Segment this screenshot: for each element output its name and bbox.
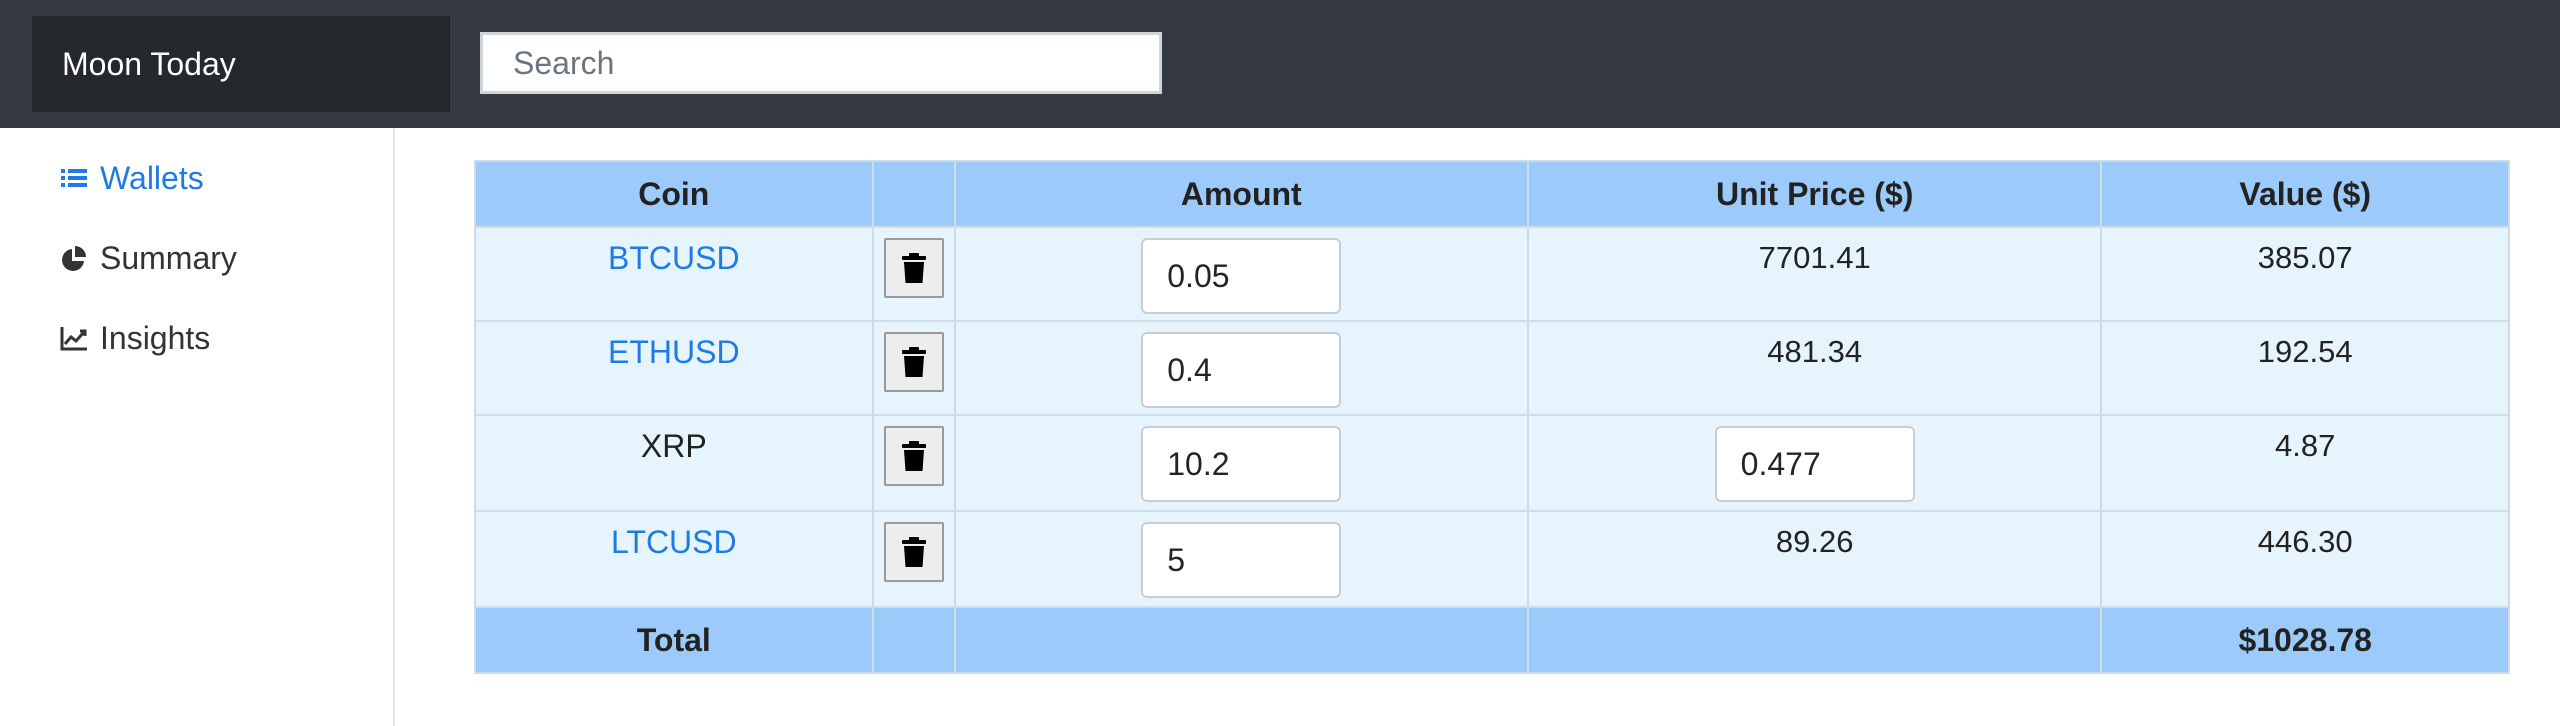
table-row: XRP 10.2 0.477 4.87 xyxy=(474,414,2510,512)
amount-input[interactable] xyxy=(1141,522,1342,598)
delete-button[interactable] xyxy=(883,238,944,298)
total-row: Total $1028.78 xyxy=(474,606,2510,674)
table-row: LTCUSD 89.26 xyxy=(474,510,2510,608)
actions-cell xyxy=(871,320,956,416)
row-value: 446.30 xyxy=(2257,524,2353,559)
brand-title[interactable]: Moon Today xyxy=(32,16,450,112)
coin-link[interactable]: ETHUSD xyxy=(608,334,740,370)
header-amount: Amount xyxy=(953,160,1529,228)
top-navbar: Moon Today xyxy=(0,0,2560,128)
actions-cell xyxy=(871,414,956,512)
header-coin: Coin xyxy=(474,160,874,228)
sidebar-item-insights[interactable]: Insights xyxy=(60,313,210,363)
trash-icon xyxy=(901,253,926,283)
sidebar-item-label: Summary xyxy=(100,239,237,276)
search-input[interactable] xyxy=(480,32,1162,94)
total-value: $1028.78 xyxy=(2100,606,2510,674)
header-actions xyxy=(871,160,956,228)
row-value: 192.54 xyxy=(2257,334,2353,369)
table-row: BTCUSD 7701.41 xyxy=(474,226,2510,322)
sidebar-item-wallets[interactable]: Wallets xyxy=(60,153,204,203)
header-value: Value ($) xyxy=(2100,160,2510,228)
coin-cell: LTCUSD xyxy=(474,510,874,608)
total-empty-cell xyxy=(1526,606,2103,674)
coin-cell: ETHUSD xyxy=(474,320,874,416)
unit-price-cell xyxy=(1526,414,2103,512)
amount-cell xyxy=(953,226,1529,322)
row-value: 4.87 xyxy=(2275,428,2336,463)
sidebar: Wallets Summary Insights xyxy=(0,128,395,726)
amount-cell xyxy=(953,320,1529,416)
line-chart-icon xyxy=(60,327,87,351)
table-header-row: Coin Amount Unit Price ($) Value ($) xyxy=(474,160,2510,228)
unit-price-value: 89.26 xyxy=(1775,524,1854,559)
sidebar-item-label: Wallets xyxy=(100,159,204,196)
coin-link[interactable]: BTCUSD xyxy=(608,240,740,276)
amount-input[interactable] xyxy=(1141,238,1342,314)
trash-icon xyxy=(901,347,926,377)
actions-cell xyxy=(871,226,956,322)
value-cell: 385.07 xyxy=(2100,226,2510,322)
delete-button[interactable] xyxy=(883,332,944,392)
pie-chart-icon xyxy=(62,246,86,271)
unit-price-cell: 89.26 xyxy=(1526,510,2103,608)
total-empty-cell xyxy=(871,606,956,674)
header-unit-price: Unit Price ($) xyxy=(1526,160,2103,228)
value-cell: 446.30 xyxy=(2100,510,2510,608)
unit-price-cell: 7701.41 xyxy=(1526,226,2103,322)
table-row: ETHUSD 481.34 xyxy=(474,320,2510,416)
value-cell: 4.87 xyxy=(2100,414,2510,512)
unit-price-value: 7701.41 xyxy=(1758,240,1871,275)
row-value: 385.07 xyxy=(2257,240,2353,275)
total-label: Total xyxy=(474,606,874,674)
coin-cell: BTCUSD xyxy=(474,226,874,322)
amount-input[interactable] xyxy=(1141,332,1342,408)
coin-link[interactable]: LTCUSD xyxy=(611,524,737,560)
total-empty-cell xyxy=(953,606,1529,674)
amount-cell xyxy=(953,414,1529,512)
amount-cell xyxy=(953,510,1529,608)
unit-price-value: 481.34 xyxy=(1767,334,1863,369)
delete-button[interactable] xyxy=(883,426,944,486)
trash-icon xyxy=(901,537,926,567)
unit-price-input[interactable] xyxy=(1714,426,1915,502)
wallets-table: Coin Amount Unit Price ($) Value ($) BTC… xyxy=(474,160,2510,674)
trash-icon xyxy=(901,441,926,471)
value-cell: 192.54 xyxy=(2100,320,2510,416)
sidebar-item-label: Insights xyxy=(100,319,211,356)
wallets-table-container: Coin Amount Unit Price ($) Value ($) BTC… xyxy=(474,160,2510,674)
amount-input[interactable] xyxy=(1141,426,1342,502)
actions-cell xyxy=(871,510,956,608)
coin-cell: XRP xyxy=(474,414,874,512)
list-icon xyxy=(61,169,87,187)
delete-button[interactable] xyxy=(883,522,944,582)
unit-price-cell: 481.34 xyxy=(1526,320,2103,416)
coin-label: XRP xyxy=(640,428,707,464)
sidebar-item-summary[interactable]: Summary xyxy=(60,233,237,283)
